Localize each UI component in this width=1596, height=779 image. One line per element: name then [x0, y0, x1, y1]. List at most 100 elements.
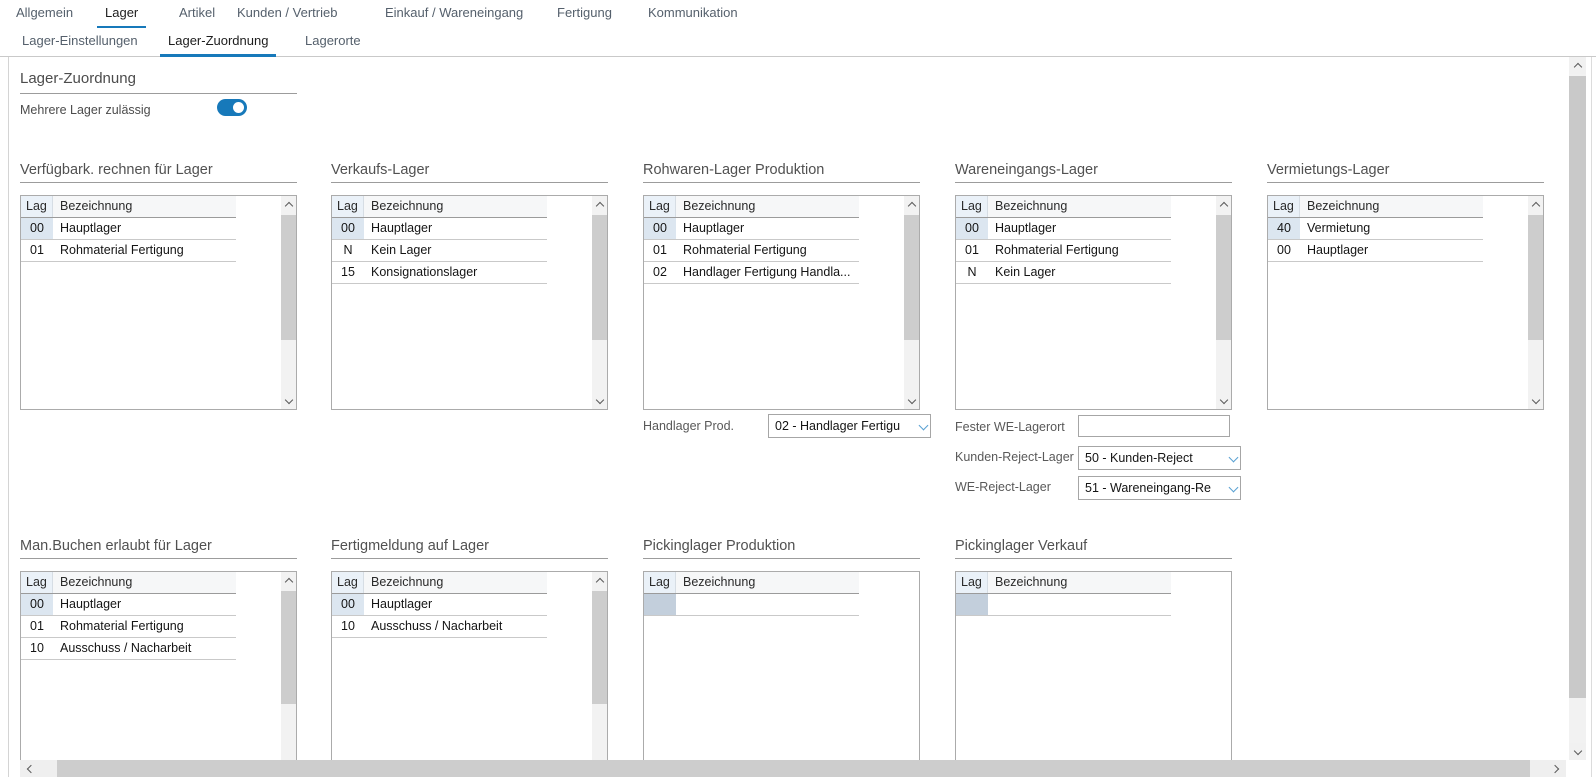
list-scrollbar-thumb[interactable] [592, 215, 607, 340]
list-scrollbar-thumb[interactable] [904, 215, 919, 340]
scroll-down-button[interactable] [281, 392, 296, 409]
column-header-bezeichnung[interactable]: Bezeichnung [676, 572, 859, 593]
scroll-up-button[interactable] [281, 572, 296, 589]
tab-kunden-vertrieb[interactable]: Kunden / Vertrieb [229, 0, 345, 27]
chevron-down-icon [284, 395, 292, 403]
column-header-bezeichnung[interactable]: Bezeichnung [1300, 196, 1483, 217]
scroll-left-button[interactable] [20, 760, 40, 777]
scroll-up-button[interactable] [1569, 57, 1586, 74]
lag-cell: 00 [644, 218, 676, 239]
chevron-up-icon [1531, 202, 1539, 210]
column-header-lag[interactable]: Lag [332, 196, 364, 217]
bezeichnung-cell: Hauptlager [676, 218, 859, 239]
list-scrollbar-thumb[interactable] [592, 591, 607, 704]
table-row[interactable]: 00Hauptlager [332, 594, 547, 616]
list-scrollbar[interactable] [1528, 196, 1543, 409]
table-row[interactable]: 01Rohmaterial Fertigung [956, 240, 1171, 262]
tab-lager-zuordnung[interactable]: Lager-Zuordnung [160, 28, 276, 55]
column-header-lag[interactable]: Lag [332, 572, 364, 593]
main-vertical-scrollbar[interactable] [1569, 57, 1586, 760]
verkaufs-lager-listbox: LagBezeichnung00HauptlagerNKein Lager15K… [331, 195, 608, 410]
table-row[interactable]: 00Hauptlager [21, 218, 236, 240]
table-row[interactable]: NKein Lager [332, 240, 547, 262]
table-row[interactable]: 01Rohmaterial Fertigung [21, 240, 236, 262]
verfuegbarkeit-rechnen-listbox: LagBezeichnung00Hauptlager01Rohmaterial … [20, 195, 297, 410]
mehrere-lager-toggle[interactable] [217, 99, 247, 116]
list-scrollbar[interactable] [592, 196, 607, 409]
scroll-up-button[interactable] [592, 572, 607, 589]
list-scrollbar-thumb[interactable] [281, 591, 296, 704]
column-header-bezeichnung[interactable]: Bezeichnung [364, 572, 547, 593]
list-scrollbar-thumb[interactable] [281, 215, 296, 340]
scroll-up-button[interactable] [592, 196, 607, 213]
scroll-down-button[interactable] [1216, 392, 1231, 409]
scroll-down-button[interactable] [904, 392, 919, 409]
scroll-down-button[interactable] [1569, 743, 1586, 760]
lag-cell: 10 [332, 616, 364, 637]
list-scrollbar[interactable] [592, 572, 607, 761]
table-row[interactable]: 40Vermietung [1268, 218, 1483, 240]
fester-we-lagerort-input[interactable] [1078, 415, 1230, 437]
column-header-lag[interactable]: Lag [956, 196, 988, 217]
table-row[interactable]: 00Hauptlager [956, 218, 1171, 240]
table-row[interactable]: 02Handlager Fertigung Handla... [644, 262, 859, 284]
chevron-down-icon [1531, 395, 1539, 403]
tab-allgemein[interactable]: Allgemein [8, 0, 81, 27]
scroll-right-button[interactable] [1546, 760, 1566, 777]
column-header-lag[interactable]: Lag [1268, 196, 1300, 217]
table-row[interactable]: 00Hauptlager [644, 218, 859, 240]
scroll-up-button[interactable] [1216, 196, 1231, 213]
tab-lagerorte[interactable]: Lagerorte [297, 28, 369, 55]
table-row[interactable]: 00Hauptlager [332, 218, 547, 240]
tab-fertigung[interactable]: Fertigung [549, 0, 620, 27]
list-scrollbar[interactable] [1216, 196, 1231, 409]
column-header-lag[interactable]: Lag [956, 572, 988, 593]
table-row[interactable] [644, 594, 859, 616]
table-row[interactable]: 10Ausschuss / Nacharbeit [332, 616, 547, 638]
list-scrollbar-thumb[interactable] [1216, 215, 1231, 340]
handlager-prod-dropdown[interactable]: 02 - Handlager Fertigu [768, 414, 931, 438]
tab-einkauf-wareneingang[interactable]: Einkauf / Wareneingang [377, 0, 531, 27]
table-row[interactable]: 01Rohmaterial Fertigung [21, 616, 236, 638]
list-scrollbar[interactable] [281, 572, 296, 761]
column-header-lag[interactable]: Lag [644, 572, 676, 593]
column-header-lag[interactable]: Lag [21, 572, 53, 593]
table-row[interactable]: 00Hauptlager [21, 594, 236, 616]
column-header-bezeichnung[interactable]: Bezeichnung [988, 572, 1171, 593]
table-row[interactable]: 00Hauptlager [1268, 240, 1483, 262]
scroll-down-button[interactable] [592, 392, 607, 409]
column-header-bezeichnung[interactable]: Bezeichnung [53, 572, 236, 593]
lag-cell: 00 [956, 218, 988, 239]
wareneingangs-lager-listbox: LagBezeichnung00Hauptlager01Rohmaterial … [955, 195, 1232, 410]
column-header-lag[interactable]: Lag [644, 196, 676, 217]
bezeichnung-cell: Handlager Fertigung Handla... [676, 262, 859, 283]
column-header-bezeichnung[interactable]: Bezeichnung [364, 196, 547, 217]
tab-artikel[interactable]: Artikel [171, 0, 223, 27]
tab-kommunikation[interactable]: Kommunikation [640, 0, 746, 27]
table-row[interactable] [956, 594, 1171, 616]
we-reject-lager-dropdown[interactable]: 51 - Wareneingang-Re [1078, 476, 1241, 500]
list-scrollbar[interactable] [904, 196, 919, 409]
table-row[interactable]: NKein Lager [956, 262, 1171, 284]
table-row[interactable]: 01Rohmaterial Fertigung [644, 240, 859, 262]
tab-lager-einstellungen[interactable]: Lager-Einstellungen [14, 28, 146, 55]
horizontal-scrollbar-thumb[interactable] [57, 760, 1530, 777]
table-row[interactable]: 10Ausschuss / Nacharbeit [21, 638, 236, 660]
scroll-up-button[interactable] [904, 196, 919, 213]
column-header-bezeichnung[interactable]: Bezeichnung [988, 196, 1171, 217]
tab-lager[interactable]: Lager [97, 0, 146, 27]
list-scrollbar[interactable] [281, 196, 296, 409]
toggle-knob [233, 102, 244, 113]
column-header-lag[interactable]: Lag [21, 196, 53, 217]
kunden-reject-lager-dropdown[interactable]: 50 - Kunden-Reject [1078, 446, 1241, 470]
scroll-up-button[interactable] [281, 196, 296, 213]
table-row[interactable]: 15Konsignationslager [332, 262, 547, 284]
scroll-down-button[interactable] [1528, 392, 1543, 409]
column-header-bezeichnung[interactable]: Bezeichnung [53, 196, 236, 217]
column-header-bezeichnung[interactable]: Bezeichnung [676, 196, 859, 217]
vertical-scrollbar-thumb[interactable] [1569, 76, 1586, 698]
list-scrollbar-thumb[interactable] [1528, 215, 1543, 340]
panel-title: Pickinglager Verkauf [955, 536, 1232, 559]
horizontal-scrollbar[interactable] [20, 760, 1566, 777]
scroll-up-button[interactable] [1528, 196, 1543, 213]
